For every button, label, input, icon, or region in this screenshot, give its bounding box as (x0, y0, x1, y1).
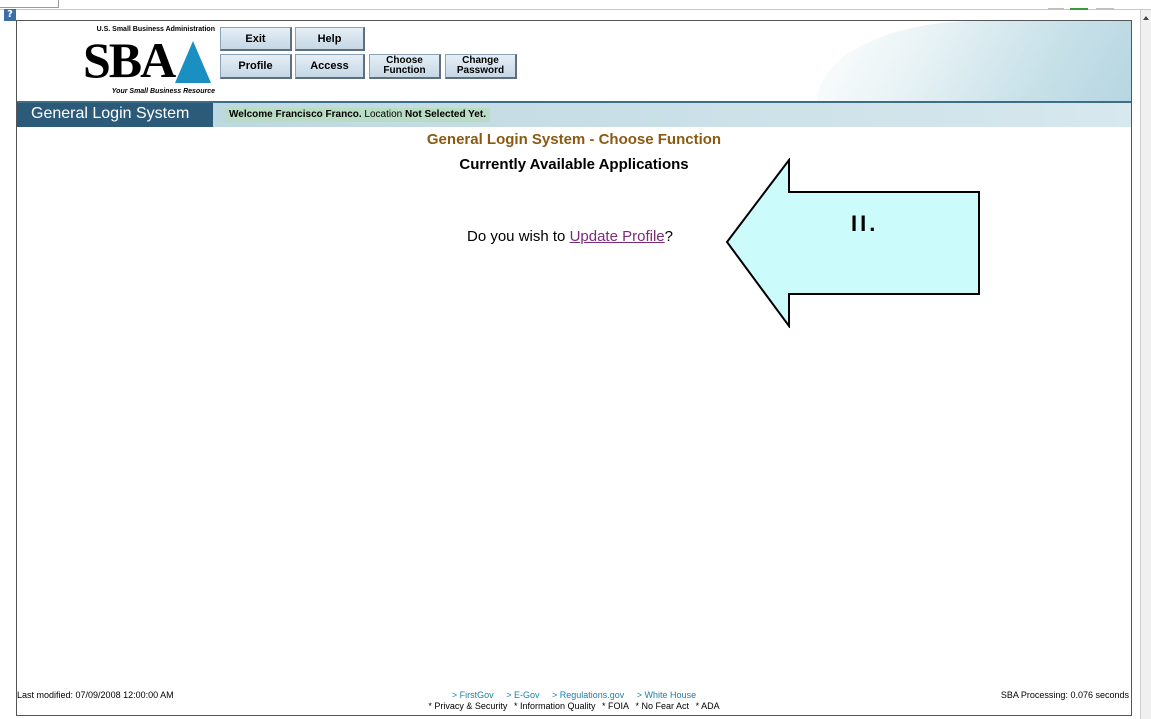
change-password-button[interactable]: Change Password (445, 54, 517, 79)
minimize-control[interactable] (1048, 2, 1064, 10)
left-arrow-callout-icon (725, 158, 980, 328)
question-suffix: ? (664, 228, 673, 245)
main-frame: U.S. Small Business Administration SBA Y… (16, 20, 1132, 716)
nav-bar: General Login System Welcome Francisco F… (17, 101, 1131, 127)
vertical-scrollbar[interactable] (1140, 10, 1151, 719)
sba-logo: U.S. Small Business Administration SBA Y… (79, 25, 215, 101)
browser-tab-remnant (0, 0, 59, 8)
processing-time: SBA Processing: 0.076 seconds (1000, 690, 1129, 700)
exit-button[interactable]: Exit (220, 27, 292, 51)
welcome-user: Welcome Francisco Franco. (229, 109, 362, 120)
system-title: General Login System (17, 103, 213, 127)
access-button[interactable]: Access (295, 54, 365, 79)
footer-link-foia[interactable]: * FOIA (602, 701, 629, 711)
footer-links: > FirstGov > E-Gov > Regulations.gov > W… (17, 690, 1131, 701)
footer-link-egov[interactable]: > E-Gov (506, 690, 539, 700)
welcome-message: Welcome Francisco Franco. Location Not S… (225, 108, 490, 122)
callout-label: II. (851, 211, 879, 236)
browser-top-strip (0, 0, 1151, 10)
footer-link-whitehouse[interactable]: > White House (637, 690, 696, 700)
choose-function-button[interactable]: Choose Function (369, 54, 441, 79)
profile-button[interactable]: Profile (220, 54, 292, 79)
location-label: Location (364, 109, 403, 120)
sba-wordmark: SBA (83, 35, 213, 85)
footer-link-no-fear-act[interactable]: * No Fear Act (636, 701, 690, 711)
location-value: Not Selected Yet. (405, 109, 486, 120)
update-profile-link[interactable]: Update Profile (570, 228, 665, 245)
maximize-control[interactable] (1070, 2, 1088, 10)
sba-triangle-icon (175, 41, 211, 83)
scroll-up-icon[interactable] (1143, 16, 1149, 20)
sba-tagline: Your Small Business Resource (111, 88, 215, 95)
footer-link-ada[interactable]: * ADA (696, 701, 720, 711)
sba-letters: SBA (83, 32, 176, 88)
header-decoration (817, 21, 1131, 101)
update-profile-prompt: Do you wish to Update Profile? (467, 228, 673, 246)
question-prefix: Do you wish to (467, 228, 566, 245)
footer-link-privacy[interactable]: * Privacy & Security (428, 701, 507, 711)
page-title: General Login System - Choose Function (426, 131, 722, 148)
close-control[interactable] (1096, 2, 1114, 10)
footer-link-firstgov[interactable]: > FirstGov (452, 690, 494, 700)
footer-link-regulations[interactable]: > Regulations.gov (552, 690, 624, 700)
footer-policy-links: * Privacy & Security * Information Quali… (17, 701, 1131, 712)
help-icon[interactable]: ? (4, 9, 16, 21)
help-button[interactable]: Help (295, 27, 365, 51)
footer-link-information-quality[interactable]: * Information Quality (514, 701, 596, 711)
